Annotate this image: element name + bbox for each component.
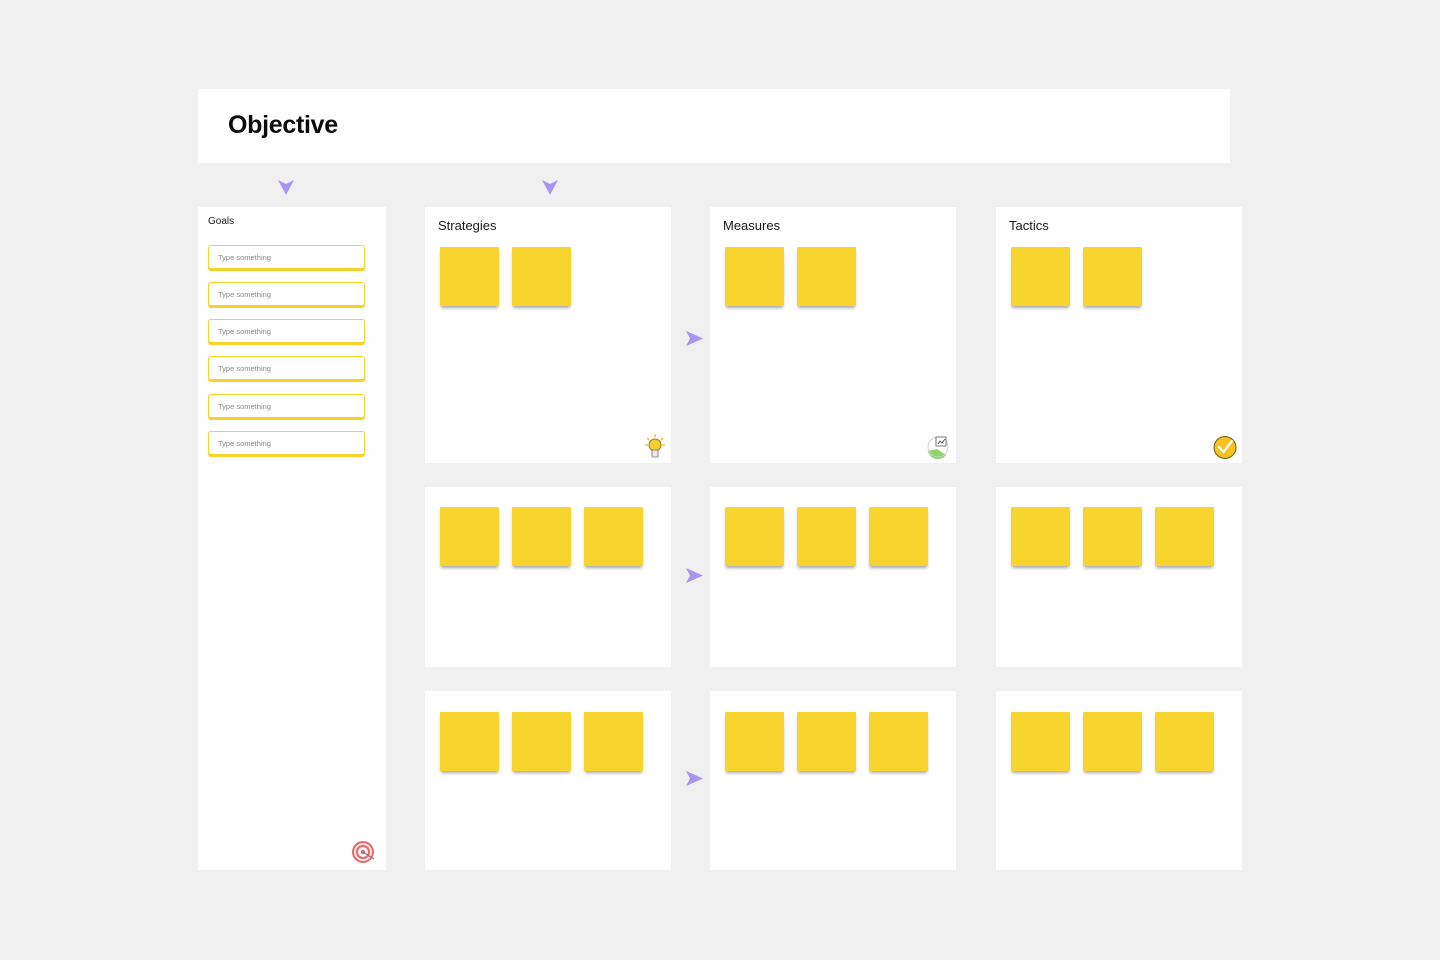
arrow-down-icon (542, 180, 558, 195)
checkmark-icon (1213, 436, 1237, 459)
sticky-note[interactable] (1083, 507, 1142, 566)
measures-card: Measures (710, 207, 956, 463)
goals-panel: Goals Type something Type something Type… (198, 207, 386, 870)
sticky-note[interactable] (440, 507, 499, 566)
spacer (971, 330, 972, 331)
sticky-note[interactable] (725, 507, 784, 566)
goal-input[interactable]: Type something (208, 319, 365, 343)
sticky-note[interactable] (584, 712, 643, 771)
sticky-note[interactable] (440, 712, 499, 771)
lightbulb-icon (645, 434, 665, 458)
sticky-note[interactable] (440, 247, 499, 306)
sticky-note[interactable] (512, 507, 571, 566)
strategies-card: Strategies (425, 207, 671, 463)
measures-title: Measures (723, 218, 781, 233)
sticky-note[interactable] (1155, 712, 1214, 771)
objective-title[interactable]: Objective (228, 111, 338, 140)
goal-input[interactable]: Type something (208, 394, 365, 418)
objective-panel: Objective (198, 89, 1230, 163)
sticky-note[interactable] (1155, 507, 1214, 566)
tactics-card (996, 487, 1242, 667)
sticky-note[interactable] (797, 247, 856, 306)
sticky-note[interactable] (797, 712, 856, 771)
sticky-note[interactable] (1011, 712, 1070, 771)
goal-input[interactable]: Type something (208, 356, 365, 380)
sticky-note[interactable] (869, 712, 928, 771)
target-icon (352, 841, 375, 863)
arrow-right-icon (686, 331, 703, 346)
sticky-note[interactable] (512, 712, 571, 771)
sticky-note[interactable] (797, 507, 856, 566)
sticky-note[interactable] (725, 247, 784, 306)
arrow-right-icon (686, 568, 703, 583)
sticky-note[interactable] (1083, 712, 1142, 771)
strategies-card (425, 487, 671, 667)
tactics-card (996, 691, 1242, 870)
goal-input[interactable]: Type something (208, 282, 365, 306)
tactics-title: Tactics (1009, 218, 1049, 233)
measures-card (710, 691, 956, 870)
sticky-note[interactable] (1011, 507, 1070, 566)
tactics-card: Tactics (996, 207, 1242, 463)
goals-label: Goals (208, 216, 235, 227)
sticky-note[interactable] (869, 507, 928, 566)
arrow-down-icon (278, 180, 294, 195)
chart-icon (927, 436, 949, 460)
sticky-note[interactable] (1083, 247, 1142, 306)
strategies-title: Strategies (438, 218, 497, 233)
sticky-note[interactable] (725, 712, 784, 771)
sticky-note[interactable] (512, 247, 571, 306)
strategies-card (425, 691, 671, 870)
arrow-right-icon (686, 771, 703, 786)
goal-input[interactable]: Type something (208, 431, 365, 455)
goal-input[interactable]: Type something (208, 245, 365, 269)
sticky-note[interactable] (1011, 247, 1070, 306)
sticky-note[interactable] (584, 507, 643, 566)
measures-card (710, 487, 956, 667)
